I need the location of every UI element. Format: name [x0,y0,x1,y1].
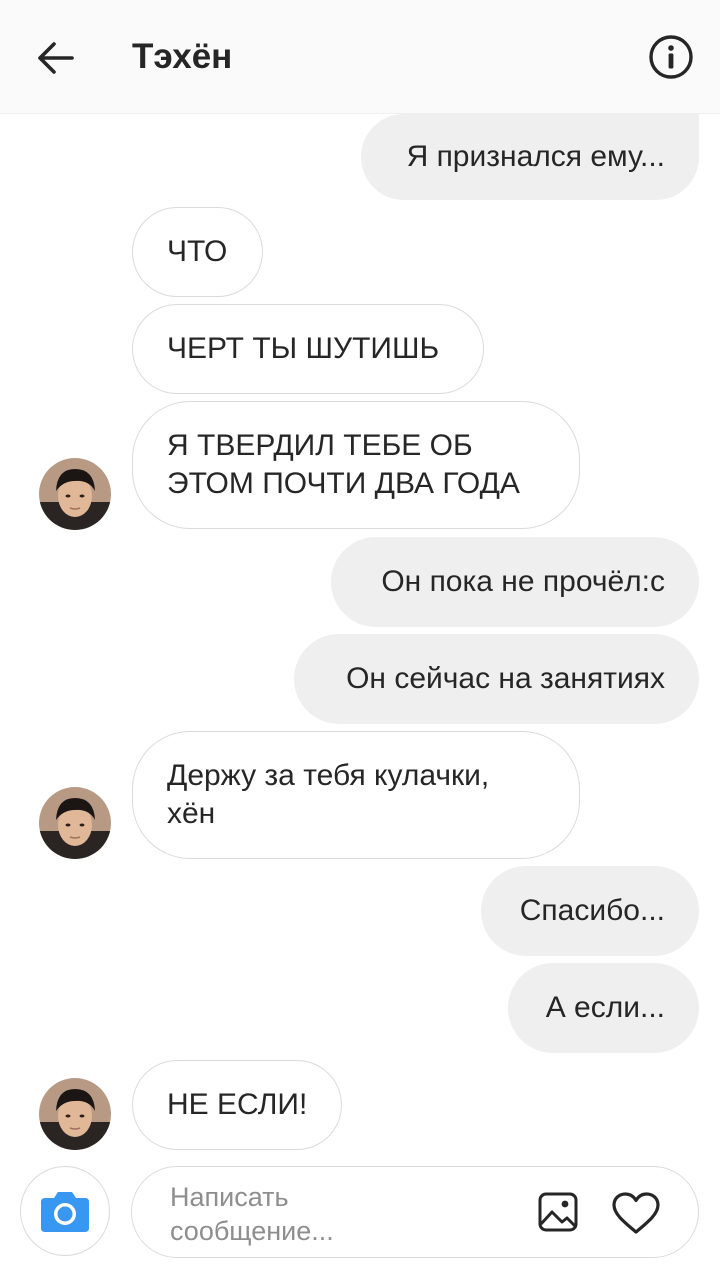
image-gallery-icon [538,1192,578,1232]
direct-chat-screen: Тэхён Я признался ему... ЧТО ЧЕРТ ТЫ ШУТ… [0,0,720,1280]
message-input[interactable]: Написать сообщение... [170,1180,400,1248]
avatar[interactable] [39,787,111,859]
avatar-photo-icon [39,787,111,859]
arrow-left-icon [38,42,74,74]
message-text: ЧТО [167,235,228,268]
message-composer[interactable]: Написать сообщение... [131,1166,699,1258]
message-incoming[interactable]: ЧТО [132,207,263,297]
message-outgoing[interactable]: Он сейчас на занятиях [294,634,699,724]
message-outgoing[interactable]: Спасибо... [481,866,699,956]
avatar-photo-icon [39,1078,111,1150]
message-text: Он сейчас на занятиях [346,662,665,695]
heart-icon [612,1192,660,1234]
message-text: Спасибо... [519,894,665,927]
info-button[interactable] [648,34,694,80]
message-text: Я ТВЕРДИЛ ТЕБЕ ОБ ЭТОМ ПОЧТИ ДВА ГОДА [167,429,520,500]
avatar[interactable] [39,458,111,530]
chat-header: Тэхён [0,0,720,114]
avatar-photo-icon [39,458,111,530]
message-text: Я признался ему... [406,140,665,173]
like-button[interactable] [610,1189,662,1237]
message-text: НЕ ЕСЛИ! [167,1088,308,1121]
camera-icon [41,1192,89,1232]
gallery-button[interactable] [536,1190,580,1234]
message-text: ЧЕРТ ТЫ ШУТИШЬ [167,332,440,365]
message-incoming[interactable]: Держу за тебя кулачки, хён [132,731,580,859]
message-text: Держу за тебя кулачки, хён [167,759,490,830]
message-text: Он пока не прочёл:с [381,565,665,598]
camera-button-inner [26,1172,104,1250]
message-incoming[interactable]: НЕ ЕСЛИ! [132,1060,342,1150]
message-incoming[interactable]: Я ТВЕРДИЛ ТЕБЕ ОБ ЭТОМ ПОЧТИ ДВА ГОДА [132,401,580,529]
message-text: А если... [545,991,665,1024]
avatar[interactable] [39,1078,111,1150]
message-outgoing[interactable]: А если... [508,963,699,1053]
message-outgoing[interactable]: Я признался ему... [361,114,699,200]
message-outgoing[interactable]: Он пока не прочёл:с [331,537,699,627]
back-button[interactable] [28,30,84,86]
message-incoming[interactable]: ЧЕРТ ТЫ ШУТИШЬ [132,304,484,394]
info-circle-icon [649,35,693,79]
chat-title[interactable]: Тэхён [132,36,232,78]
camera-button[interactable] [20,1166,110,1256]
